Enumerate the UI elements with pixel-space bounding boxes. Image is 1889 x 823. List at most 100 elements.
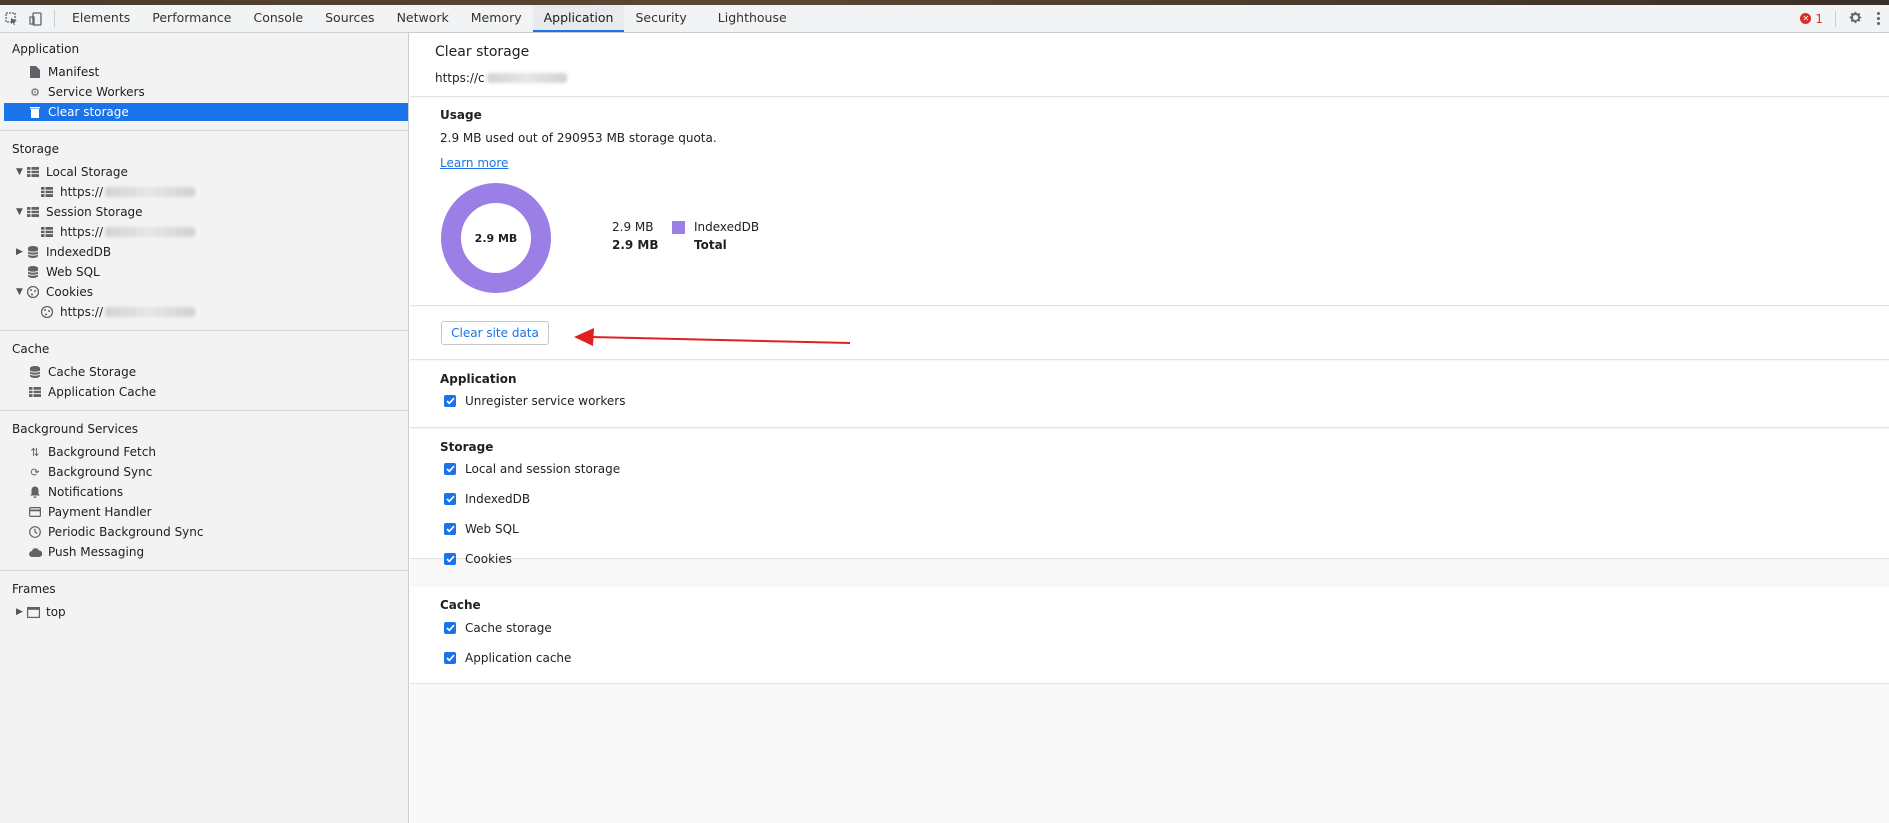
tab-application[interactable]: Application [532,5,625,32]
sidebar-item-background-fetch[interactable]: ⇅ Background Fetch [4,443,408,461]
sidebar-item-session-storage[interactable]: ▼ Session Storage [4,203,408,221]
expanded-triangle-icon[interactable]: ▼ [16,287,26,297]
cookie-icon [40,305,54,319]
inspect-element-icon[interactable] [0,5,24,32]
sidebar-item-background-sync[interactable]: ⟳ Background Sync [4,463,408,481]
grid-icon [26,205,40,219]
sidebar-item-payment-handler[interactable]: Payment Handler [4,503,408,521]
checkbox-checked[interactable] [444,622,456,634]
option-indexeddb[interactable]: IndexedDB [444,492,530,506]
sidebar-item-manifest[interactable]: Manifest [4,63,408,81]
file-icon [28,65,42,79]
database-icon [26,245,40,259]
clear-storage-view: Clear storage https://c Usage 2.9 MB use… [410,33,1889,823]
tab-elements[interactable]: Elements [61,5,141,32]
expanded-triangle-icon[interactable]: ▼ [16,167,26,177]
legend-label: Total [694,238,727,252]
clear-storage-header: Clear storage https://c [410,33,1889,97]
sidebar-item-push-messaging[interactable]: Push Messaging [4,543,408,561]
database-icon [28,365,42,379]
collapsed-triangle-icon[interactable]: ▶ [16,607,26,617]
usage-text: 2.9 MB used out of 290953 MB storage quo… [440,131,717,145]
application-sidebar: Application Manifest ⚙ Service Workers C… [0,33,409,823]
sidebar-item-notifications[interactable]: Notifications [4,483,408,501]
sidebar-item-service-workers[interactable]: ⚙ Service Workers [4,83,408,101]
tab-console[interactable]: Console [242,5,314,32]
redacted-origin [105,227,196,237]
redacted-origin [105,307,196,317]
sidebar-section-storage: Storage [12,142,59,156]
origin-url: https://c [435,71,567,85]
tab-security[interactable]: Security [624,5,697,32]
sidebar-section-frames: Frames [12,582,56,596]
trash-icon [28,105,42,119]
learn-more-link[interactable]: Learn more [440,156,508,170]
more-options-icon[interactable] [1875,12,1881,25]
cloud-icon [28,545,42,559]
sidebar-item-label: Background Sync [48,465,153,479]
grid-icon [40,225,54,239]
cookie-icon [26,285,40,299]
clear-site-data-button[interactable]: Clear site data [441,321,549,345]
legend-swatch [672,220,685,234]
sidebar-item-label: Background Fetch [48,445,156,459]
sidebar-item-label: Push Messaging [48,545,145,559]
sidebar-item-local-origin[interactable]: https:// [4,183,408,201]
option-cache-storage[interactable]: Cache storage [444,621,552,635]
sidebar-item-application-cache[interactable]: Application Cache [4,383,408,401]
bell-icon [28,485,42,499]
sidebar-item-frame-top[interactable]: ▶ top [4,603,408,621]
option-unregister-service-workers[interactable]: Unregister service workers [444,394,625,408]
expanded-triangle-icon[interactable]: ▼ [16,207,26,217]
arrows-updown-icon: ⇅ [30,445,40,459]
sidebar-section-cache: Cache [12,342,50,356]
storage-options-heading: Storage [440,440,494,454]
tab-sources[interactable]: Sources [314,5,385,32]
grid-icon [26,165,40,179]
legend-label: IndexedDB [694,220,760,234]
sidebar-item-local-storage[interactable]: ▼ Local Storage [4,163,408,181]
checkbox-checked[interactable] [444,523,456,535]
option-label: Application cache [465,651,572,665]
checkbox-checked[interactable] [444,493,456,505]
sidebar-item-periodic-background-sync[interactable]: Periodic Background Sync [4,523,408,541]
gear-icon: ⚙ [30,85,40,99]
sidebar-item-label: Manifest [48,65,100,79]
tab-performance[interactable]: Performance [141,5,242,32]
tab-lighthouse[interactable]: Lighthouse [698,5,798,32]
storage-options-section: Storage Local and session storage Indexe… [410,429,1889,566]
sidebar-item-cookies-origin[interactable]: https:// [4,303,408,321]
option-label: IndexedDB [465,492,531,506]
clear-button-section: Clear site data [410,307,1889,360]
error-count: 1 [1815,11,1823,26]
legend-row-indexeddb: 2.9 MB IndexedDB [612,218,759,236]
annotation-arrow [574,328,851,346]
cache-options-heading: Cache [440,598,481,612]
settings-gear-icon[interactable] [1848,10,1863,28]
option-web-sql[interactable]: Web SQL [444,522,519,536]
sidebar-item-cache-storage[interactable]: Cache Storage [4,363,408,381]
sidebar-item-cookies[interactable]: ▼ Cookies [4,283,408,301]
checkbox-checked[interactable] [444,652,456,664]
device-toolbar-icon[interactable] [24,5,48,32]
collapsed-triangle-icon[interactable]: ▶ [16,247,26,257]
error-counter[interactable]: ✕ 1 [1800,12,1823,26]
checkbox-checked[interactable] [444,463,456,475]
sidebar-item-web-sql[interactable]: Web SQL [4,263,408,281]
sidebar-item-label: https:// [60,225,104,239]
sidebar-item-indexeddb[interactable]: ▶ IndexedDB [4,243,408,261]
option-application-cache[interactable]: Application cache [444,651,571,665]
option-cookies[interactable]: Cookies [444,552,512,566]
redacted-origin [486,73,567,83]
sidebar-item-label: Cache Storage [48,365,137,379]
grid-icon [40,185,54,199]
sidebar-item-session-origin[interactable]: https:// [4,223,408,241]
sidebar-item-label: Clear storage [48,105,129,119]
checkbox-checked[interactable] [444,553,456,565]
sidebar-item-clear-storage[interactable]: Clear storage [4,103,408,121]
tab-memory[interactable]: Memory [460,5,533,32]
sync-icon: ⟳ [30,465,40,479]
tab-network[interactable]: Network [386,5,460,32]
checkbox-checked[interactable] [444,395,456,407]
option-local-session-storage[interactable]: Local and session storage [444,462,620,476]
